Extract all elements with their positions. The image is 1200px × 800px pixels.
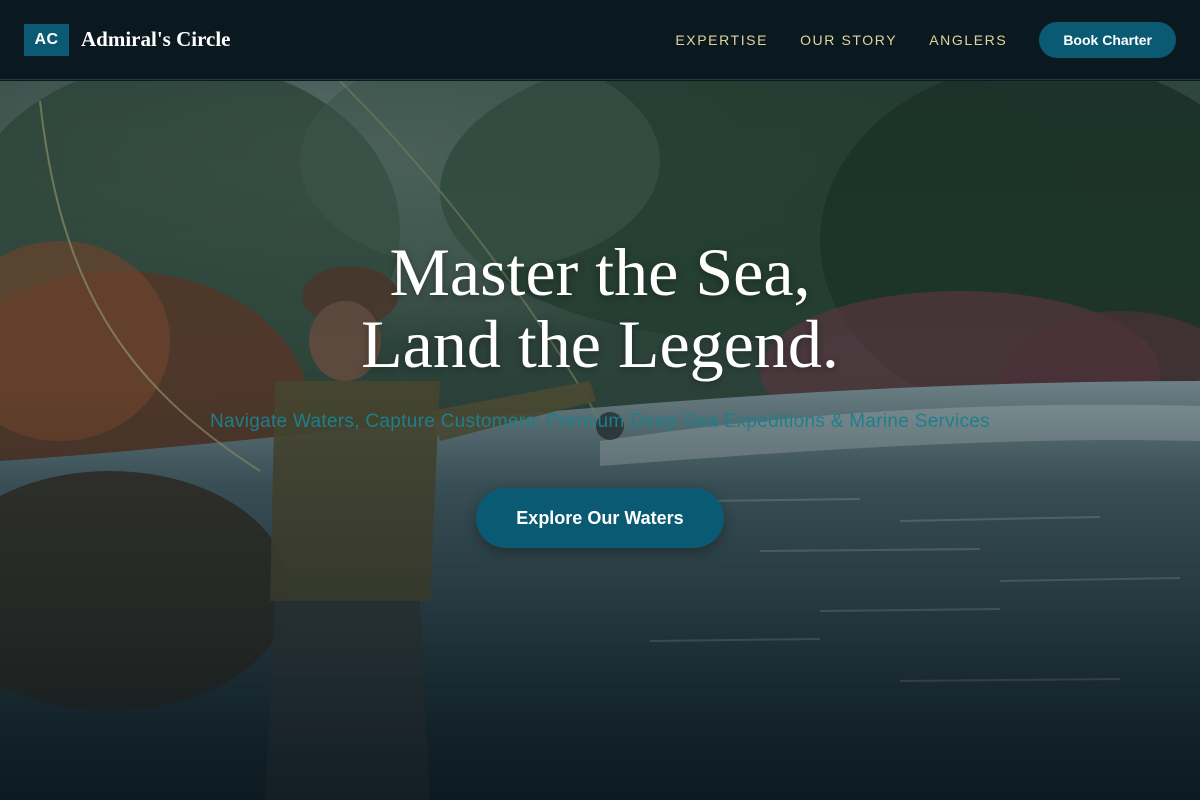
hero-title: Master the Sea, Land the Legend. — [0, 236, 1200, 380]
brand-name: Admiral's Circle — [81, 27, 231, 51]
nav-link-expertise[interactable]: EXPERTISE — [675, 32, 768, 48]
top-navigation: AC Admiral's Circle EXPERTISE OUR STORY … — [0, 0, 1200, 80]
hero-title-line-1: Master the Sea, — [389, 234, 811, 310]
hero-subtitle: Navigate Waters, Capture Customers: Prem… — [210, 411, 990, 432]
nav-link-anglers[interactable]: ANGLERS — [929, 32, 1007, 48]
book-charter-button[interactable]: Book Charter — [1039, 21, 1176, 58]
explore-waters-button[interactable]: Explore Our Waters — [476, 488, 724, 548]
hero-content: Master the Sea, Land the Legend. Navigat… — [0, 236, 1200, 548]
hero-section: Master the Sea, Land the Legend. Navigat… — [0, 81, 1200, 800]
brand-mark: AC — [24, 23, 69, 56]
brand-logo-link[interactable]: AC Admiral's Circle — [24, 23, 231, 56]
nav-link-our-story[interactable]: OUR STORY — [800, 32, 897, 48]
hero-title-line-2: Land the Legend. — [361, 306, 839, 382]
nav-menu: EXPERTISE OUR STORY ANGLERS Book Charter — [675, 21, 1176, 58]
